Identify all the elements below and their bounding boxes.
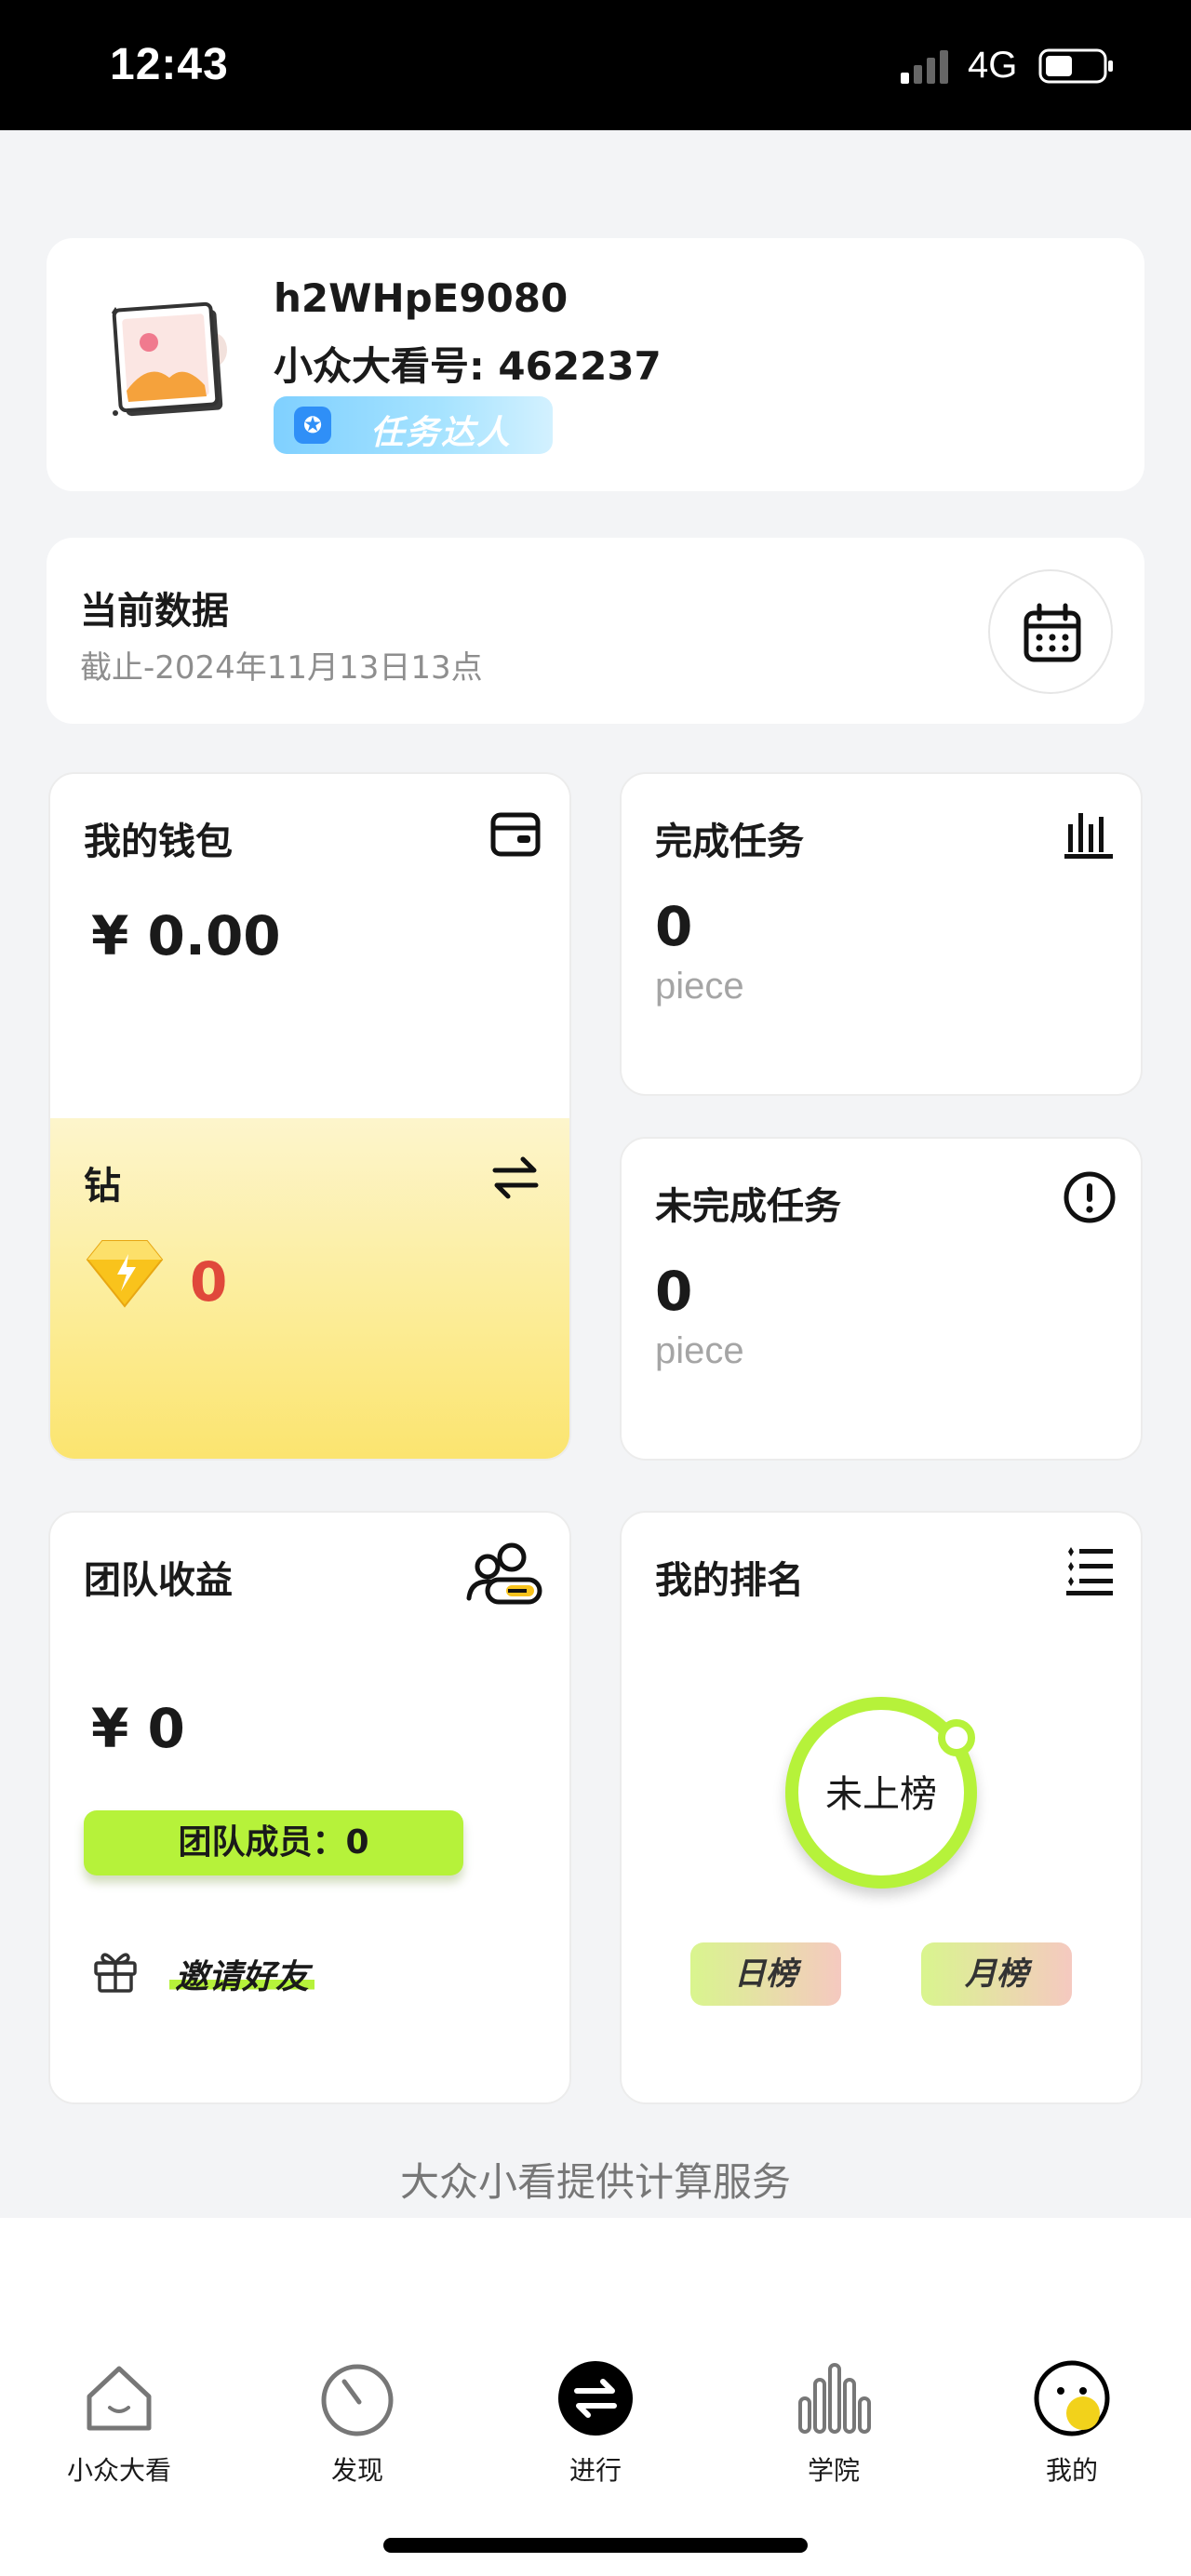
team-earnings-amount: ¥ 0 xyxy=(91,1697,185,1760)
tab-progress-label: 进行 xyxy=(569,2455,622,2486)
network-type: 4G xyxy=(968,45,1018,86)
wallet-amount: ¥ 0.00 xyxy=(91,904,281,968)
completed-tasks-value: 0 xyxy=(655,895,693,958)
tab-bar: 小众大看 发现 进行 学院 我的 xyxy=(0,2218,1191,2576)
wallet-title: 我的钱包 xyxy=(84,821,233,863)
profile-icon xyxy=(1034,2360,1110,2436)
tab-home[interactable]: 小众大看 xyxy=(26,2359,212,2499)
diamond-panel[interactable]: 钻 0 xyxy=(50,1118,569,1459)
calendar-icon xyxy=(1024,603,1081,662)
team-earnings-title: 团队收益 xyxy=(84,1559,233,1602)
diamond-value: 0 xyxy=(190,1250,228,1314)
battery-icon xyxy=(1038,48,1113,84)
tab-academy-label: 学院 xyxy=(807,2455,860,2486)
current-data-card: 当前数据 截止-2024年11月13日13点 xyxy=(47,538,1144,724)
calendar-button[interactable] xyxy=(988,569,1113,694)
tab-academy[interactable]: 学院 xyxy=(741,2359,927,2499)
exchange-arrows-icon[interactable] xyxy=(489,1152,542,1204)
status-bar: 12:43 4G xyxy=(0,0,1191,130)
service-note: 大众小看提供计算服务 xyxy=(399,2159,791,2205)
incomplete-tasks-value: 0 xyxy=(655,1260,693,1323)
tab-discover-label: 发现 xyxy=(330,2455,383,2486)
ranking-title: 我的排名 xyxy=(655,1559,804,1602)
discover-icon xyxy=(321,2364,394,2436)
gift-icon xyxy=(94,1953,137,1993)
diamond-label: 钻 xyxy=(84,1165,121,1208)
tab-profile[interactable]: 我的 xyxy=(979,2359,1165,2499)
wallet-icon xyxy=(490,812,541,857)
task-master-badge: ✪ 任务达人 xyxy=(274,396,553,454)
my-ranking-card[interactable]: 我的排名 未上榜 日榜 月榜 xyxy=(620,1511,1143,2104)
badge-label: 任务达人 xyxy=(370,414,513,452)
completed-tasks-unit: piece xyxy=(655,966,744,1007)
tab-home-label: 小众大看 xyxy=(66,2455,171,2486)
current-data-subtitle: 截止-2024年11月13日13点 xyxy=(80,649,483,687)
daily-ranking-button[interactable]: 日榜 xyxy=(690,1942,841,2006)
ranking-ring-dot xyxy=(938,1719,975,1756)
diamond-icon xyxy=(86,1240,164,1308)
tab-profile-label: 我的 xyxy=(1045,2455,1098,2486)
signal-icon xyxy=(901,50,948,84)
invite-friends-label: 邀请好友 xyxy=(169,1950,315,1998)
team-earnings-card[interactable]: 团队收益 ¥ 0 团队成员：0 邀请好友 xyxy=(48,1511,571,2104)
incomplete-tasks-card[interactable]: 未完成任务 0 piece xyxy=(620,1137,1143,1461)
tab-progress[interactable]: 进行 xyxy=(502,2359,689,2499)
completed-tasks-card[interactable]: 完成任务 0 piece xyxy=(620,772,1143,1096)
monthly-ranking-button[interactable]: 月榜 xyxy=(921,1942,1072,2006)
username: h2WHpE9080 xyxy=(274,275,569,321)
ranking-status: 未上榜 xyxy=(825,1773,937,1816)
account-id: 小众大看号: 462237 xyxy=(274,343,662,389)
team-icon xyxy=(466,1542,542,1605)
tab-discover[interactable]: 发现 xyxy=(264,2359,450,2499)
status-time: 12:43 xyxy=(110,40,229,89)
academy-icon xyxy=(798,2363,871,2434)
home-indicator xyxy=(383,2538,808,2553)
bar-chart-icon xyxy=(1064,813,1113,859)
avatar[interactable] xyxy=(102,294,233,434)
alert-icon xyxy=(1064,1171,1116,1223)
exchange-icon xyxy=(558,2361,633,2436)
profile-card[interactable]: h2WHpE9080 小众大看号: 462237 ✪ 任务达人 xyxy=(47,238,1144,491)
incomplete-tasks-unit: piece xyxy=(655,1330,744,1371)
home-icon xyxy=(87,2366,152,2431)
wallet-card[interactable]: 我的钱包 ¥ 0.00 钻 0 xyxy=(48,772,571,1461)
current-data-title: 当前数据 xyxy=(80,590,229,633)
medal-icon: ✪ xyxy=(294,407,331,444)
team-members-button[interactable]: 团队成员：0 xyxy=(84,1810,463,1875)
ranking-list-icon xyxy=(1066,1547,1113,1595)
completed-tasks-title: 完成任务 xyxy=(655,821,804,863)
incomplete-tasks-title: 未完成任务 xyxy=(655,1185,841,1228)
